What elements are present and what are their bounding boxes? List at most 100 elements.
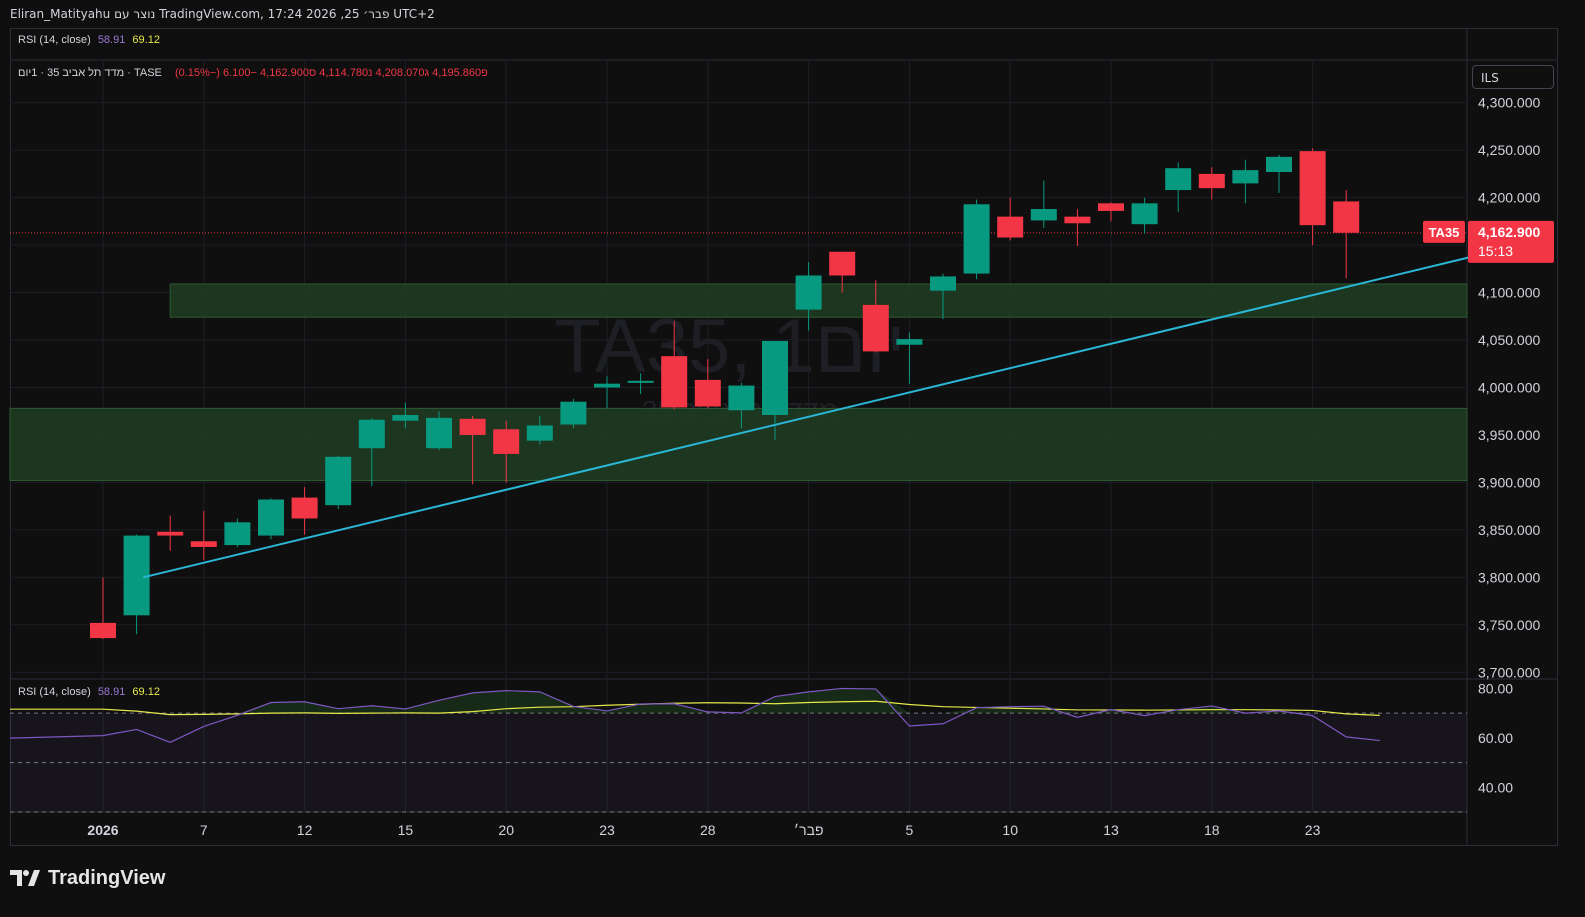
open-value: 4,195.860 [432,67,482,79]
candle-body [795,275,822,310]
rsi-tick-label: 60.00 [1478,730,1513,746]
price-tick-label: 4,250.000 [1478,142,1540,158]
time-tick-label: 13 [1103,822,1119,838]
candle [123,534,150,635]
candle-body [728,385,755,411]
rsi-header-legend: RSI (14, close) 58.91 69.12 [18,34,160,46]
candle [1198,167,1225,200]
candle-body [1198,173,1225,189]
time-tick-label: 10 [1002,822,1018,838]
rsi-panel-value: 58.91 [97,686,126,698]
tradingview-logo[interactable]: TradingView [10,866,165,890]
candle-body [1299,151,1326,226]
candle-body [1232,170,1259,184]
time-tick-label: 18 [1204,822,1220,838]
candle-body [190,541,217,547]
price-tick-label: 3,950.000 [1478,427,1540,443]
rsi-header-value: 58.91 [97,34,126,46]
currency-button[interactable]: ILS [1472,65,1554,89]
candle [1232,159,1259,204]
candle [997,197,1024,241]
open-label: פ [481,67,488,79]
time-tick-label: פבר׳ [794,822,824,838]
rsi-panel-ma-value: 69.12 [132,686,160,698]
candle [1030,180,1057,229]
price-tick-label: 3,900.000 [1478,474,1540,490]
rsi-tick-label: 40.00 [1478,779,1513,795]
candle [258,498,284,540]
candle-body [258,499,284,536]
candle [963,199,990,280]
price-tick-label: 4,100.000 [1478,285,1540,301]
time-tick-label: 23 [599,822,615,838]
candle-body [224,522,251,546]
low-value: 4,114.780 [319,67,369,79]
candle [1299,148,1326,246]
price-tick-label: 3,850.000 [1478,522,1540,538]
time-tick-label: 15 [398,822,414,838]
candle-body [930,276,956,291]
candle-body [90,622,116,639]
tradingview-logo-icon [10,870,40,886]
candle-body [1165,168,1192,191]
candle-body [1064,216,1091,224]
candle [1333,190,1360,279]
price-tick-label: 4,050.000 [1478,332,1540,348]
price-tick-label: 3,800.000 [1478,569,1540,585]
candle-body [862,304,889,352]
candle [291,487,318,535]
candle [325,455,352,509]
candle [1064,209,1091,247]
candle-body [291,497,318,519]
candle-body [594,383,620,388]
candle-body [325,456,352,506]
candle-body [896,339,923,345]
candle-body [661,356,688,408]
time-tick-label: 28 [700,822,716,838]
candle-body [426,417,452,449]
candle-body [392,415,419,421]
candle [157,515,184,551]
candle-body [123,535,150,616]
candle-body [997,216,1024,238]
candle [190,510,217,561]
low-label: נ [368,67,373,79]
candle-body [358,419,385,449]
rsi-tick-label: 80.00 [1478,680,1513,696]
time-tick-label: 23 [1305,822,1321,838]
candle [1098,202,1124,222]
price-tick-label: 3,700.000 [1478,664,1540,680]
change-value: −6.100 (−0.15%) [174,67,257,79]
candle-body [157,531,184,536]
price-tick-label: 4,000.000 [1478,379,1540,395]
candle-body [526,425,553,441]
candle-body [762,340,788,416]
time-tick-label: 12 [297,822,313,838]
candle [90,577,116,640]
candle [224,518,251,547]
candle [1266,154,1292,193]
candle-body [1266,156,1292,173]
candle [560,398,587,429]
close-value: 4,162.900 [260,67,309,79]
time-tick-label: 2026 [87,822,118,838]
rsi-header-ma-value: 69.12 [132,34,160,46]
candle-body [1333,201,1360,233]
price-tag-countdown: 15:13 [1478,243,1513,259]
price-legend: מדד תל אביב 35 · 1יום · TASE פ4,195.860 … [18,67,488,79]
candle-body [459,418,486,435]
rsi-header-label: RSI (14, close) [18,34,91,46]
candle-body [627,380,654,383]
high-label: ג [424,67,430,79]
time-tick-label: 5 [906,822,914,838]
chart-svg[interactable]: 3,700.000 3,750.000 3,800.000 3,850.000 3,90… [0,0,1585,917]
candle-body [560,401,587,425]
price-tick-label: 4,200.000 [1478,190,1540,206]
time-tick-label: 7 [200,822,208,838]
symbol-label[interactable]: מדד תל אביב 35 · 1יום · TASE [18,67,162,79]
time-tick-label: 20 [498,822,514,838]
rsi-panel-label: RSI (14, close) [18,686,91,698]
candle-body [1098,203,1124,211]
candle-body [1030,209,1057,221]
candle-body [963,204,990,274]
